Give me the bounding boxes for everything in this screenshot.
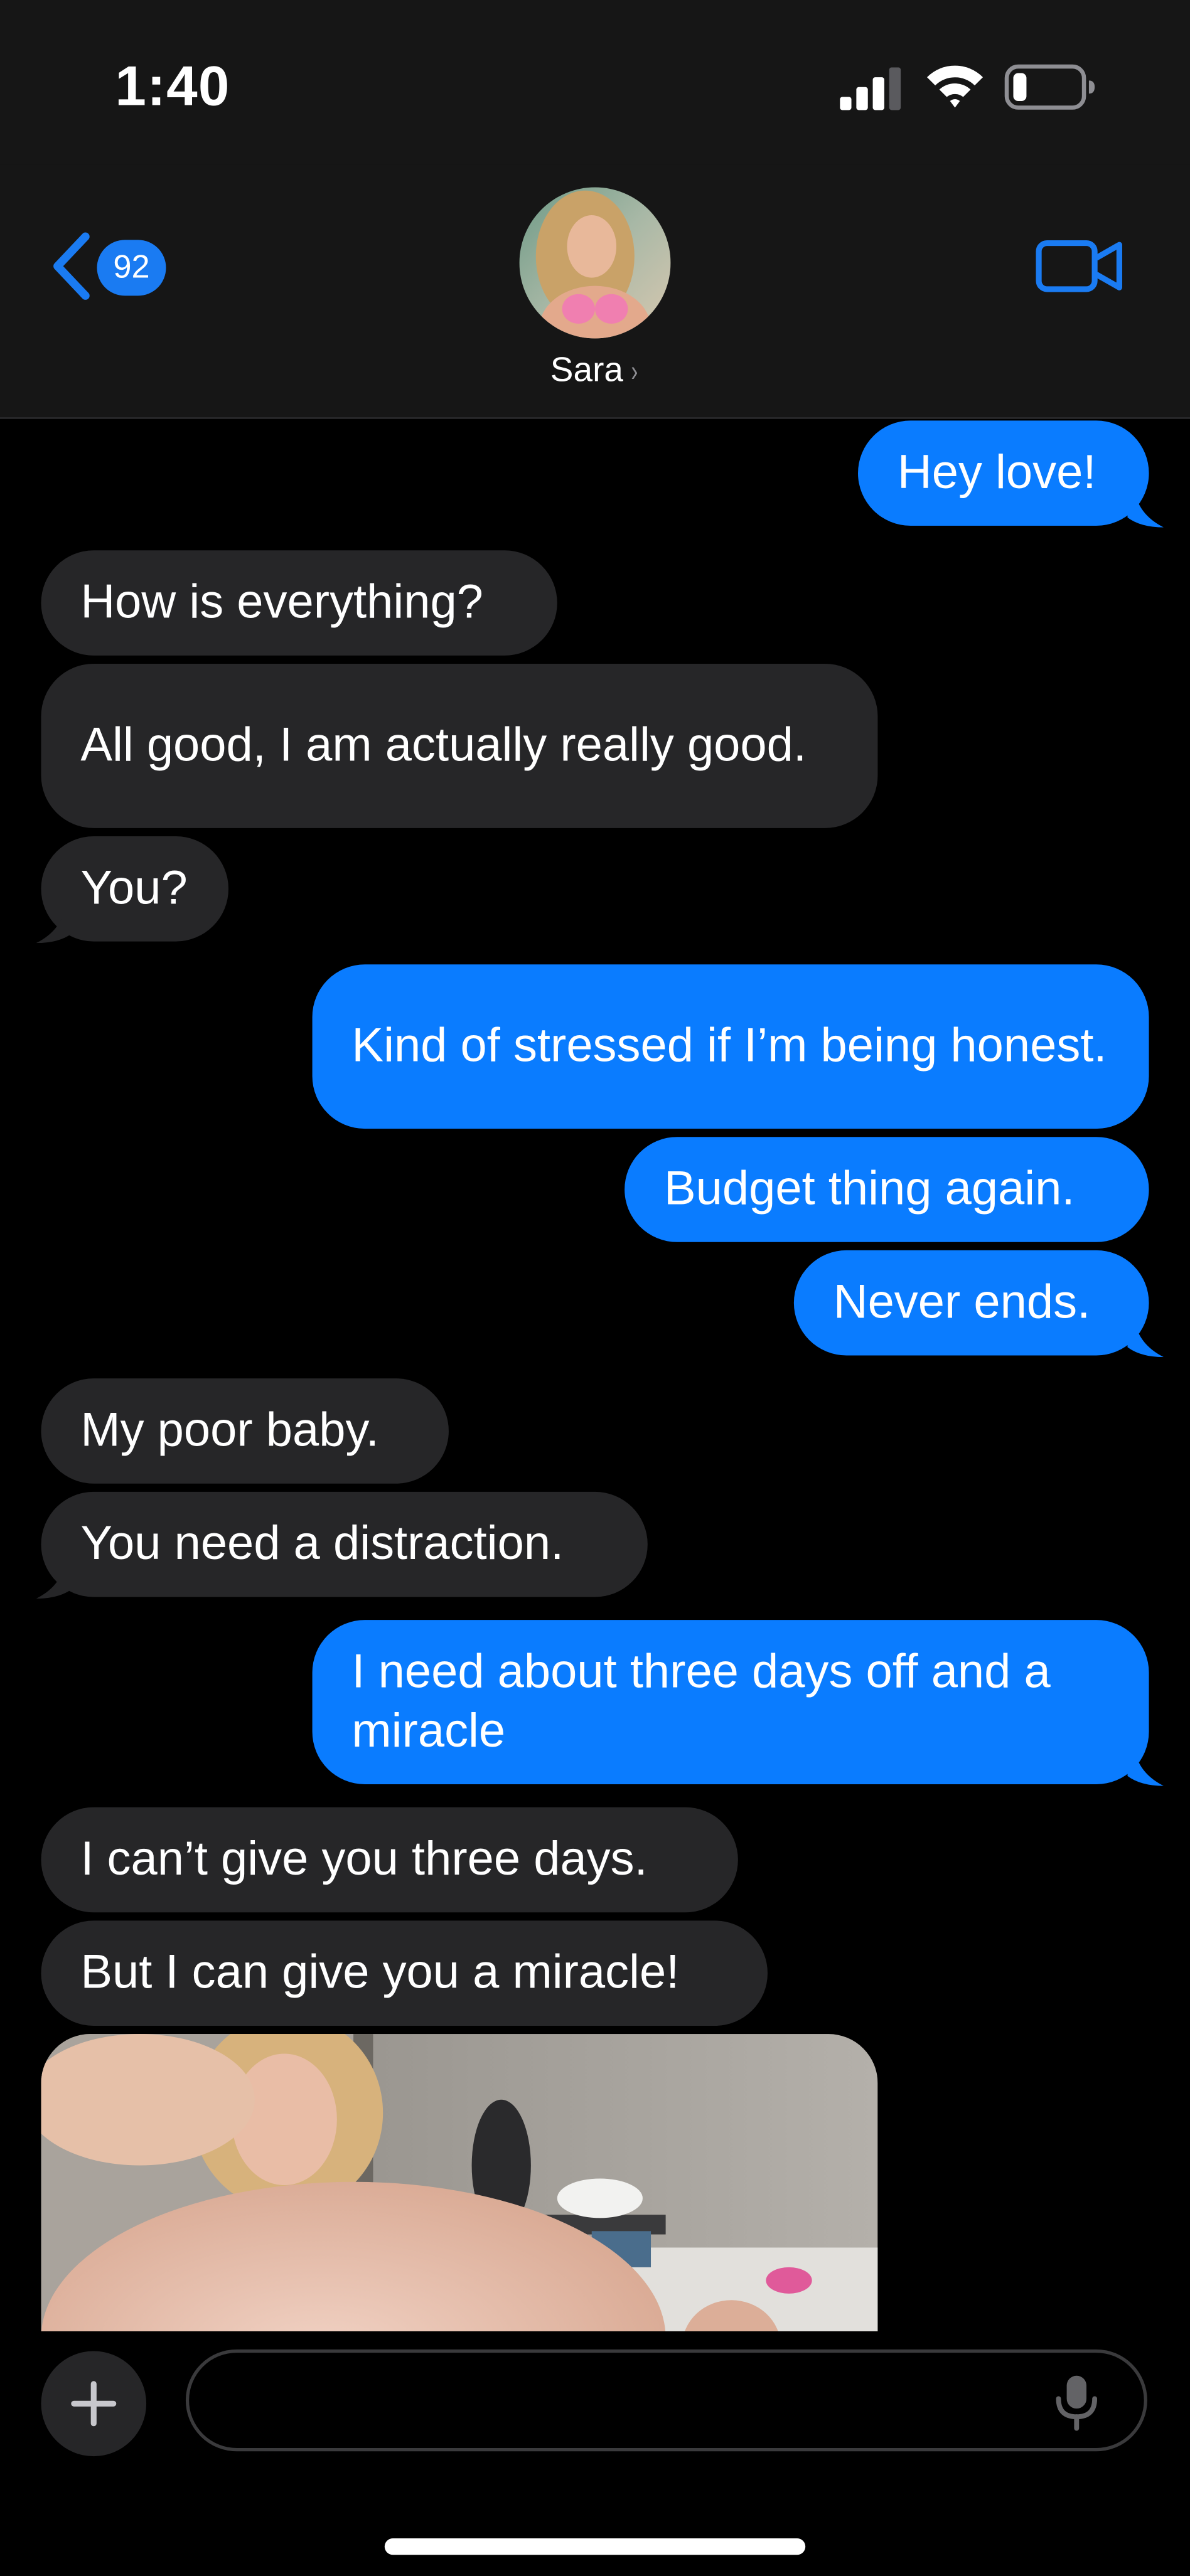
incoming-bubble-tail bbox=[36, 1559, 73, 1599]
chevron-right-icon: › bbox=[631, 354, 638, 388]
incoming-message-bubble[interactable]: How is everything? bbox=[41, 550, 557, 656]
outgoing-message-bubble[interactable]: Hey love! bbox=[858, 420, 1149, 526]
message-input[interactable] bbox=[185, 2349, 1147, 2452]
incoming-message-bubble[interactable]: You need a distraction. bbox=[41, 1491, 648, 1597]
status-time: 1:40 bbox=[115, 56, 230, 119]
incoming-message-bubble[interactable]: My poor baby. bbox=[41, 1378, 449, 1484]
message-text: But I can give you a miracle! bbox=[80, 1947, 680, 2000]
incoming-message-bubble[interactable]: I can’t give you three days. bbox=[41, 1807, 738, 1913]
outgoing-bubble-tail bbox=[1127, 1317, 1164, 1358]
chevron-left-icon bbox=[53, 232, 90, 300]
message-text: Budget thing again. bbox=[663, 1163, 1075, 1216]
contact-name-button[interactable]: Sara › bbox=[431, 351, 759, 401]
back-button[interactable]: 92 bbox=[46, 230, 178, 302]
message-thread[interactable]: Hey love! How is everything? All good, I… bbox=[0, 418, 1190, 2332]
messages-screen: 1:40 92 Sara › Hey love! How is everythi… bbox=[0, 0, 1190, 2576]
unread-count-badge: 92 bbox=[97, 240, 166, 296]
message-text: You? bbox=[80, 862, 188, 915]
message-text: How is everything? bbox=[80, 577, 483, 629]
incoming-message-bubble[interactable]: All good, I am actually really good. bbox=[41, 663, 878, 828]
incoming-bubble-tail bbox=[36, 903, 73, 944]
message-text: You need a distraction. bbox=[80, 1518, 564, 1571]
incoming-message-bubble[interactable]: But I can give you a miracle! bbox=[41, 1920, 768, 2026]
battery-low-icon bbox=[1004, 64, 1095, 110]
outgoing-message-bubble[interactable]: Budget thing again. bbox=[624, 1137, 1149, 1242]
message-text: Hey love! bbox=[897, 447, 1096, 500]
message-text: I need about three days off and a miracl… bbox=[351, 1646, 1051, 1759]
microphone-icon[interactable] bbox=[1054, 2373, 1100, 2432]
cellular-signal-icon bbox=[840, 67, 901, 110]
status-bar: 1:40 bbox=[0, 0, 1190, 164]
add-attachment-button[interactable] bbox=[41, 2351, 147, 2457]
outgoing-message-bubble[interactable]: I need about three days off and a miracl… bbox=[312, 1620, 1149, 1784]
contact-name: Sara bbox=[550, 351, 623, 390]
message-text: All good, I am actually really good. bbox=[80, 720, 807, 772]
wifi-icon bbox=[926, 65, 984, 108]
plus-icon bbox=[71, 2381, 117, 2427]
outgoing-message-bubble[interactable]: Kind of stressed if I’m being honest. bbox=[312, 964, 1149, 1129]
contact-avatar[interactable] bbox=[519, 187, 671, 339]
message-text: My poor baby. bbox=[80, 1405, 379, 1457]
outgoing-bubble-tail bbox=[1127, 1746, 1164, 1786]
message-text: Kind of stressed if I’m being honest. bbox=[351, 1020, 1107, 1073]
message-composer bbox=[0, 2331, 1190, 2576]
photo-attachment[interactable] bbox=[41, 2034, 878, 2332]
home-indicator[interactable] bbox=[384, 2538, 806, 2555]
avatar-photo bbox=[519, 187, 671, 339]
outgoing-message-bubble[interactable]: Never ends. bbox=[793, 1250, 1149, 1356]
conversation-header: 92 Sara › bbox=[0, 164, 1190, 419]
outgoing-bubble-tail bbox=[1127, 487, 1164, 528]
video-camera-icon[interactable] bbox=[1036, 237, 1124, 295]
message-text: I can’t give you three days. bbox=[80, 1833, 648, 1887]
message-text: Never ends. bbox=[833, 1276, 1091, 1329]
photo-image bbox=[41, 2034, 878, 2332]
